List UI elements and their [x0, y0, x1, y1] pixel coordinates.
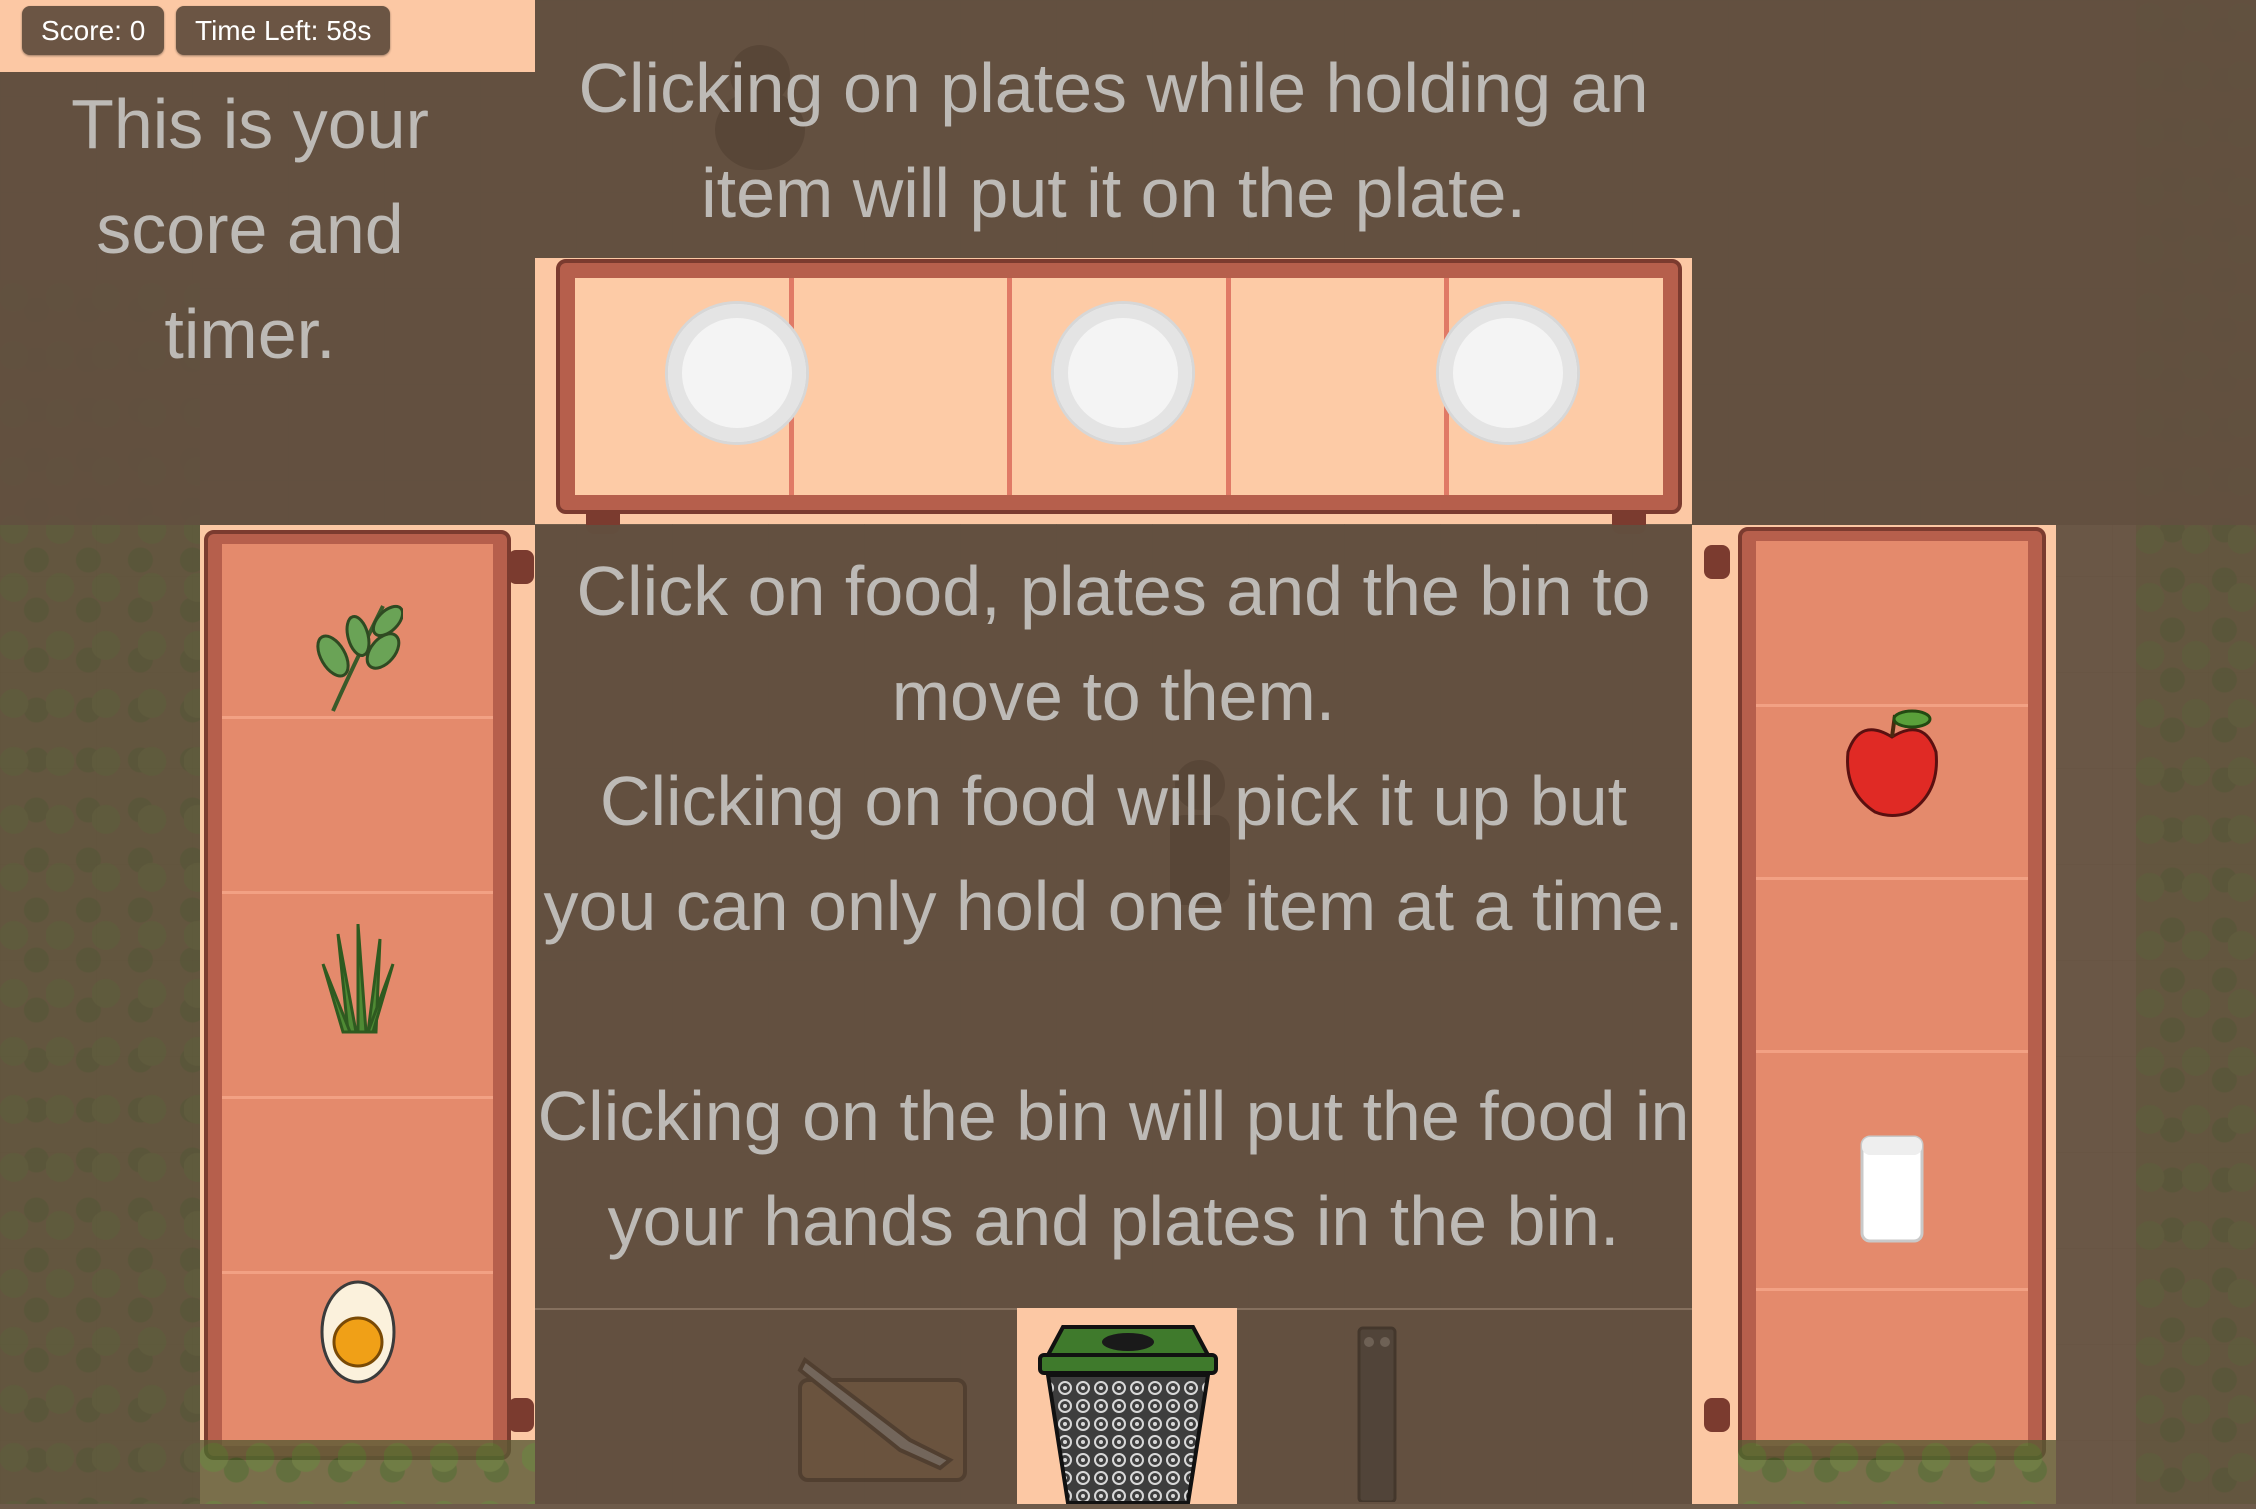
plate-slot[interactable] — [1439, 278, 1663, 495]
food-slot[interactable] — [222, 544, 493, 719]
trash-bin-icon[interactable] — [1038, 1325, 1218, 1509]
counter-handle — [1704, 1398, 1730, 1432]
plate-icon[interactable] — [668, 304, 806, 442]
boiled-egg-icon[interactable] — [318, 1274, 398, 1386]
counter-handle — [1704, 545, 1730, 579]
right-ingredient-counter — [1738, 527, 2046, 1460]
plate-slot[interactable] — [793, 278, 1013, 495]
grass-bunch-icon[interactable] — [318, 924, 398, 1034]
herb-sprig-icon[interactable] — [313, 596, 403, 716]
cutting-board-icon[interactable] — [790, 1350, 970, 1490]
overlay-right-side — [2056, 525, 2256, 1504]
bottom-left-foliage — [200, 1440, 535, 1504]
food-slot[interactable] — [1756, 1053, 2028, 1292]
plate-icon[interactable] — [1054, 304, 1193, 442]
plate-slot[interactable] — [575, 278, 806, 495]
plate-counter-frame — [556, 259, 1682, 514]
food-slot[interactable] — [1756, 1291, 2028, 1446]
food-slot[interactable] — [1756, 879, 2028, 1054]
food-slot[interactable] — [1756, 541, 2028, 707]
plate-slot[interactable] — [1230, 278, 1450, 495]
plate-icon[interactable] — [1439, 304, 1578, 442]
food-slot[interactable] — [222, 1274, 493, 1446]
milk-glass-icon[interactable] — [1859, 1133, 1925, 1245]
movement-hint-line-2: Clicking on food will pick it up but you… — [543, 762, 1684, 945]
score-hint-panel: This is your score and timer. — [0, 72, 535, 525]
overlay-left-side — [0, 525, 200, 1504]
food-slot[interactable] — [222, 719, 493, 894]
plates-hint-panel: Clicking on plates while holding an item… — [535, 0, 1692, 258]
score-display: Score: 0 — [22, 6, 165, 55]
food-slot[interactable] — [222, 1099, 493, 1274]
plate-slot[interactable] — [1012, 278, 1231, 495]
movement-hint-line-1: Click on food, plates and the bin to mov… — [576, 552, 1651, 735]
movement-hint-line-3: Clicking on the bin will put the food in… — [537, 1077, 1690, 1260]
food-slot[interactable] — [1756, 706, 2028, 880]
plates-hint-text: Clicking on plates while holding an item… — [578, 49, 1649, 232]
counter-handle — [508, 1398, 534, 1432]
overlay-top-right — [1692, 0, 2256, 525]
apple-icon[interactable] — [1840, 707, 1944, 819]
food-slot[interactable] — [222, 894, 493, 1099]
timer-display: Time Left: 58s — [176, 6, 391, 55]
score-hint-text: This is your score and timer. — [71, 85, 429, 373]
stove-icon[interactable] — [1355, 1324, 1399, 1507]
left-ingredient-counter — [204, 530, 511, 1460]
movement-hint-panel: Click on food, plates and the bin to mov… — [535, 525, 1692, 1308]
bottom-right-foliage — [1738, 1440, 2056, 1504]
